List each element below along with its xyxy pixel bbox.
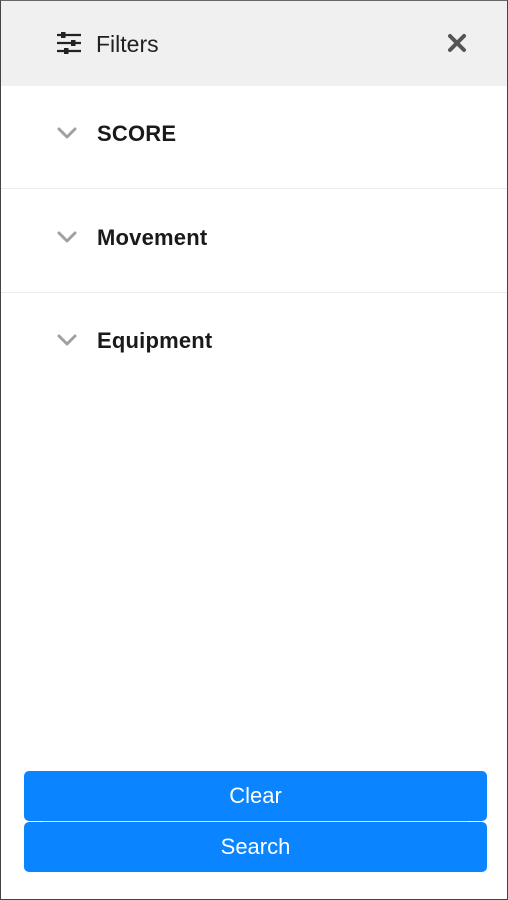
clear-button[interactable]: Clear [24,771,487,821]
search-button[interactable]: Search [24,822,487,872]
section-label: Movement [97,225,208,250]
chevron-down-icon [56,333,78,347]
filters-title: Filters [96,31,159,57]
section-label: Equipment [97,328,213,353]
filters-panel: Filters SCORE Movement Equipment Clear S… [0,0,508,900]
close-icon [448,34,466,52]
sliders-icon [56,31,82,55]
section-movement[interactable]: Movement [1,190,507,293]
section-score[interactable]: SCORE [1,86,507,189]
section-label: SCORE [97,121,177,146]
chevron-down-icon [56,126,78,140]
filters-header: Filters [1,1,507,86]
close-button[interactable] [442,28,472,58]
chevron-down-icon [56,230,78,244]
section-equipment[interactable]: Equipment [1,293,507,396]
